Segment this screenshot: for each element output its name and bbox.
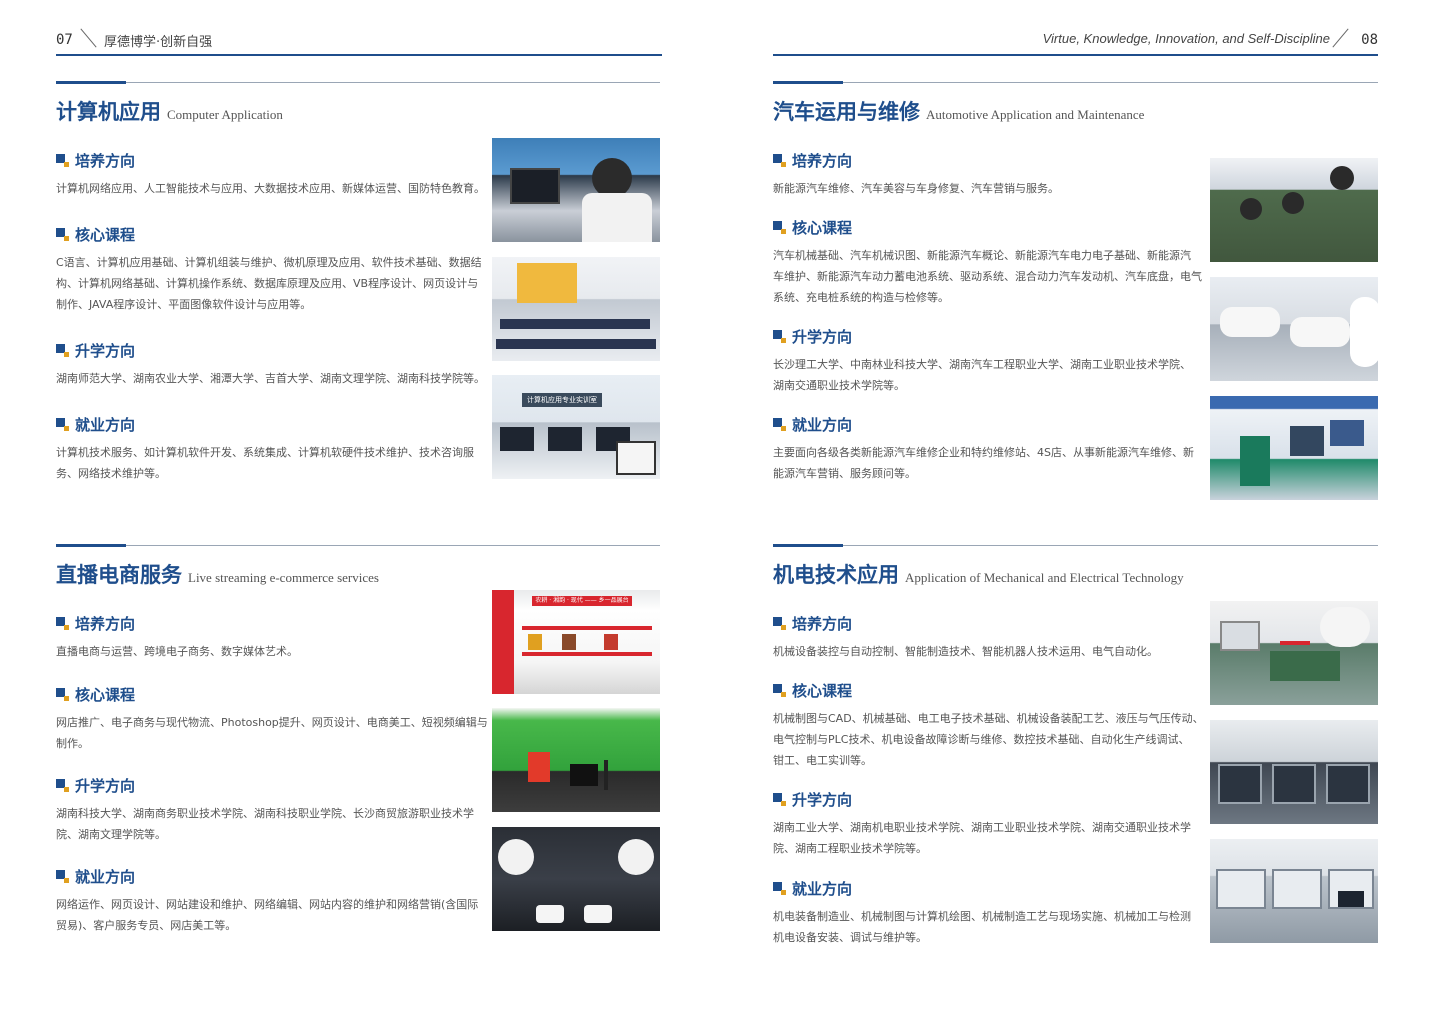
slash-divider-icon bbox=[78, 28, 100, 46]
square-bullet-icon bbox=[56, 418, 69, 431]
core-courses-text: 网店推广、电子商务与现代物流、Photoshop提升、网页设计、电商美工、短视频… bbox=[56, 716, 488, 750]
lab-sign: 计算机应用专业实训室 bbox=[522, 393, 602, 407]
page-number-left: 07 bbox=[56, 32, 73, 48]
square-bullet-icon bbox=[773, 418, 786, 431]
photo-electrical-training-benches bbox=[1210, 839, 1378, 943]
section-title-en: Automotive Application and Maintenance bbox=[926, 107, 1145, 122]
training-text: 机械设备装控与自动控制、智能制造技术、智能机器人技术运用、电气自动化。 bbox=[773, 645, 1158, 658]
section-title-en: Live streaming e-commerce services bbox=[188, 570, 379, 585]
section-title-en: Application of Mechanical and Electrical… bbox=[905, 570, 1184, 585]
section-title-zh: 机电技术应用 bbox=[773, 562, 899, 587]
left-page-header: 07 厚德博学·创新自强 bbox=[56, 24, 662, 56]
square-bullet-icon bbox=[56, 870, 69, 883]
square-bullet-icon bbox=[773, 154, 786, 167]
section-live-ecommerce: 直播电商服务 Live streaming e-commerce services… bbox=[56, 544, 662, 945]
photo-green-screen-studio bbox=[492, 708, 660, 812]
square-bullet-icon bbox=[56, 688, 69, 701]
employment-text: 主要面向各级各类新能源汽车维修企业和特约维修站、4S店、从事新能源汽车维修、新 … bbox=[773, 446, 1194, 480]
section-title-en: Computer Application bbox=[167, 107, 283, 122]
section-title: 直播电商服务 Live streaming e-commerce services bbox=[56, 559, 379, 589]
photo-cnc-machines bbox=[1210, 720, 1378, 824]
display-sign: 农耕 · 湘韵 · 现代 —— 乡一品展台 bbox=[532, 596, 632, 606]
square-bullet-icon bbox=[56, 228, 69, 241]
square-bullet-icon bbox=[773, 617, 786, 630]
section-title-zh: 直播电商服务 bbox=[56, 562, 182, 587]
further-study-text: 湖南师范大学、湖南农业大学、湘潭大学、吉首大学、湖南文理学院、湖南科技学院等。 bbox=[56, 372, 485, 385]
section-computer-application: 计算机应用 Computer Application 培养方向 计算机网络应用、人… bbox=[56, 81, 662, 492]
employment-text: 网络运作、网页设计、网站建设和维护、网络编辑、网站内容的维护和网络营销(含国际 … bbox=[56, 898, 479, 932]
photo-computer-training-room: 计算机应用专业实训室 bbox=[492, 375, 660, 479]
training-text: 新能源汽车维修、汽车美容与车身修复、汽车营销与服务。 bbox=[773, 182, 1059, 195]
photo-circuit-board-practice bbox=[1210, 601, 1378, 705]
photo-students-workshop bbox=[1210, 158, 1378, 262]
section-automotive: 汽车运用与维修 Automotive Application and Mainte… bbox=[773, 81, 1378, 512]
section-title: 计算机应用 Computer Application bbox=[56, 96, 283, 126]
section-rule bbox=[56, 82, 660, 83]
square-bullet-icon bbox=[773, 684, 786, 697]
photo-livestream-set bbox=[492, 827, 660, 931]
core-courses-text: 汽车机械基础、汽车机械识图、新能源汽车概论、新能源汽车电力电子基础、新能源汽 车… bbox=[773, 249, 1202, 304]
section-rule-accent bbox=[56, 544, 126, 547]
further-study-text: 湖南科技大学、湖南商务职业技术学院、湖南科技职业学院、长沙商贸旅游职业技术学 院… bbox=[56, 807, 474, 841]
section-title: 机电技术应用 Application of Mechanical and Elec… bbox=[773, 559, 1184, 589]
section-rule bbox=[773, 545, 1378, 546]
section-rule bbox=[56, 545, 660, 546]
section-mechatronics: 机电技术应用 Application of Mechanical and Elec… bbox=[773, 544, 1378, 955]
section-rule-accent bbox=[773, 81, 843, 84]
section-rule-accent bbox=[773, 544, 843, 547]
square-bullet-icon bbox=[56, 617, 69, 630]
square-bullet-icon bbox=[56, 154, 69, 167]
section-title-zh: 汽车运用与维修 bbox=[773, 99, 920, 124]
photo-student-computer-lab bbox=[492, 138, 660, 242]
slash-divider-icon bbox=[1330, 28, 1352, 46]
square-bullet-icon bbox=[56, 344, 69, 357]
photo-classroom-rows bbox=[492, 257, 660, 361]
photo-equipment-lab bbox=[1210, 396, 1378, 500]
square-bullet-icon bbox=[56, 779, 69, 792]
section-title-zh: 计算机应用 bbox=[56, 99, 161, 124]
further-study-text: 湖南工业大学、湖南机电职业技术学院、湖南工业职业技术学院、湖南交通职业技术学 院… bbox=[773, 821, 1191, 855]
photo-car-workshop bbox=[1210, 277, 1378, 381]
school-motto-english: Virtue, Knowledge, Innovation, and Self-… bbox=[1042, 31, 1330, 46]
section-title: 汽车运用与维修 Automotive Application and Mainte… bbox=[773, 96, 1144, 126]
square-bullet-icon bbox=[773, 330, 786, 343]
square-bullet-icon bbox=[773, 882, 786, 895]
employment-text: 机电装备制造业、机械制图与计算机绘图、机械制造工艺与现场实施、机械加工与检测 机… bbox=[773, 910, 1191, 944]
employment-text: 计算机技术服务、如计算机软件开发、系统集成、计算机软硬件技术维护、技术咨询服 务… bbox=[56, 446, 474, 480]
training-text: 直播电商与运营、跨境电子商务、数字媒体艺术。 bbox=[56, 645, 298, 658]
square-bullet-icon bbox=[773, 793, 786, 806]
core-courses-text: C语言、计算机应用基础、计算机组装与维护、微机原理及应用、软件技术基础、数据结 … bbox=[56, 256, 482, 311]
right-page-header: Virtue, Knowledge, Innovation, and Self-… bbox=[773, 24, 1378, 56]
section-rule-accent bbox=[56, 81, 126, 84]
square-bullet-icon bbox=[773, 221, 786, 234]
page-number-right: 08 bbox=[1361, 32, 1378, 48]
section-rule bbox=[773, 82, 1378, 83]
photo-product-display: 农耕 · 湘韵 · 现代 —— 乡一品展台 bbox=[492, 590, 660, 694]
core-courses-text: 机械制图与CAD、机械基础、电工电子技术基础、机械设备装配工艺、液压与气压传动、… bbox=[773, 712, 1204, 767]
training-text: 计算机网络应用、人工智能技术与应用、大数据技术应用、新媒体运营、国防特色教育。 bbox=[56, 182, 485, 195]
further-study-text: 长沙理工大学、中南林业科技大学、湖南汽车工程职业大学、湖南工业职业技术学院、 湖… bbox=[773, 358, 1191, 392]
school-motto: 厚德博学·创新自强 bbox=[104, 35, 213, 50]
